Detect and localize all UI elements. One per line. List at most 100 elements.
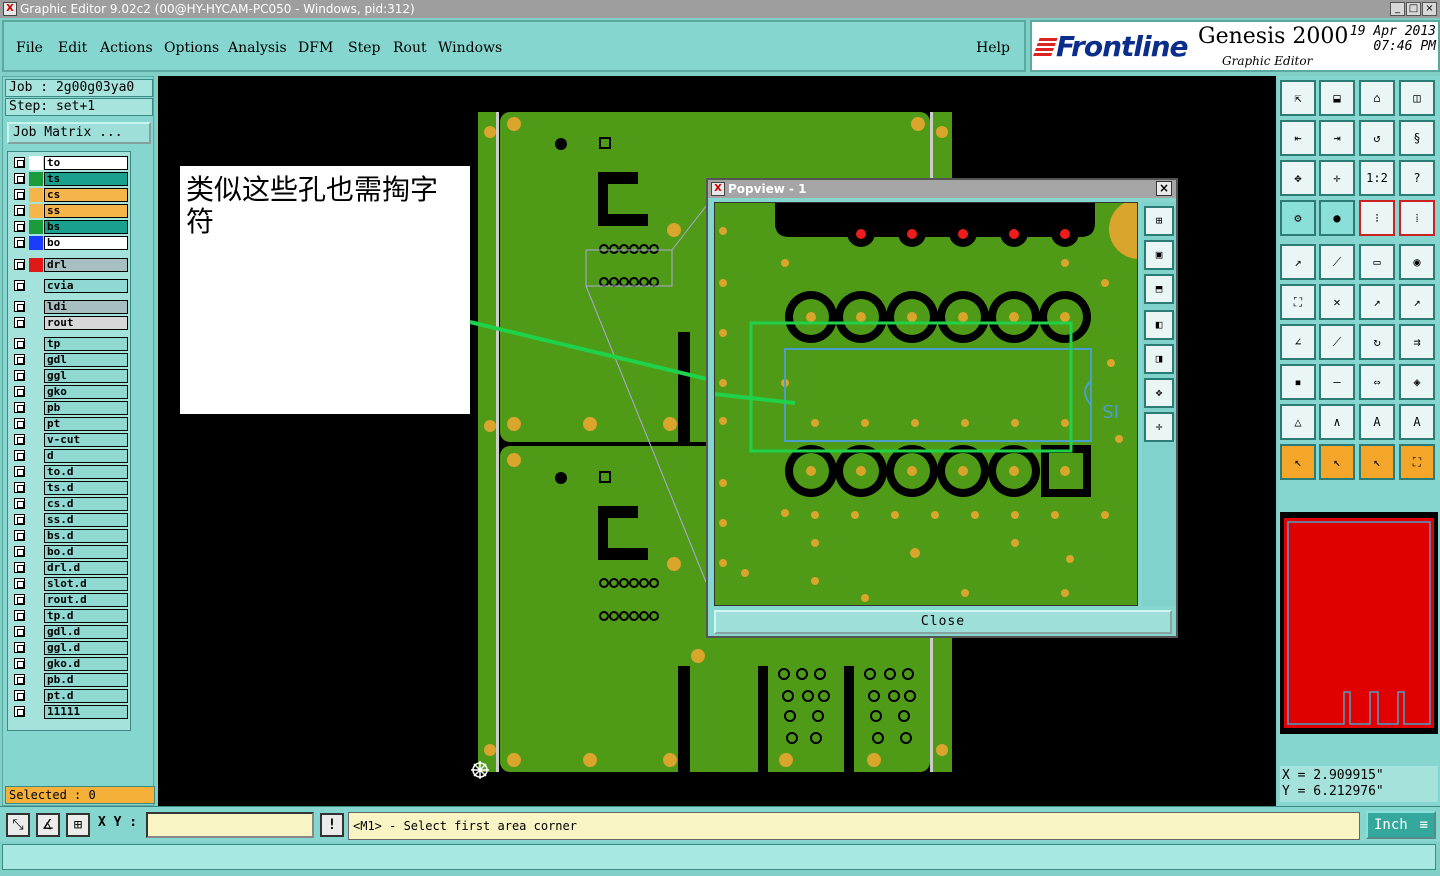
layer-checkbox[interactable]: [14, 642, 25, 653]
layer-checkbox[interactable]: [14, 402, 25, 413]
layer-row-ss[interactable]: ss: [10, 204, 130, 218]
help-icon[interactable]: ?: [1399, 160, 1435, 196]
layer-checkbox[interactable]: [14, 706, 25, 717]
zoom-out-icon[interactable]: ⬒: [1144, 274, 1174, 304]
pan-left-icon[interactable]: ◧: [1144, 310, 1174, 340]
layer-row-ts[interactable]: ts: [10, 172, 130, 186]
layer-row-rout[interactable]: rout: [10, 316, 130, 330]
popview-close-button[interactable]: Close: [714, 610, 1172, 634]
xy-input[interactable]: [146, 812, 314, 838]
menu-analysis[interactable]: Analysis: [228, 40, 287, 56]
layer-checkbox[interactable]: [14, 674, 25, 685]
popview-canvas[interactable]: IS: [714, 202, 1138, 606]
layer-row-cs-d[interactable]: cs.d: [10, 497, 130, 511]
split-view-icon[interactable]: ◫: [1399, 80, 1435, 116]
menu-help[interactable]: Help: [976, 40, 1010, 56]
select-icon[interactable]: ↖: [1280, 444, 1316, 480]
layer-checkbox[interactable]: [14, 530, 25, 541]
ruler-icon[interactable]: ▭: [1359, 244, 1395, 280]
layer-row-v-cut[interactable]: v-cut: [10, 433, 130, 447]
layer-row-pt[interactable]: pt: [10, 417, 130, 431]
angle-icon[interactable]: ∠: [1280, 324, 1316, 360]
snap-icon[interactable]: §: [1399, 120, 1435, 156]
grid-icon[interactable]: ⊞: [66, 813, 90, 837]
layer-row-drl[interactable]: drl: [10, 258, 130, 272]
overview-thumbnail[interactable]: [1280, 512, 1438, 734]
layer-row-d[interactable]: d: [10, 449, 130, 463]
layer-checkbox[interactable]: [14, 482, 25, 493]
layer-row-tp-d[interactable]: tp.d: [10, 609, 130, 623]
layer-row-slot-d[interactable]: slot.d: [10, 577, 130, 591]
select-area-icon[interactable]: ↖: [1359, 444, 1395, 480]
rotate-view-icon[interactable]: ↺: [1359, 120, 1395, 156]
layer-row-to-d[interactable]: to.d: [10, 465, 130, 479]
add-feature-icon[interactable]: ↗: [1280, 244, 1316, 280]
layer-row-tp[interactable]: tp: [10, 337, 130, 351]
dash-icon[interactable]: —: [1319, 364, 1355, 400]
net-icon-2[interactable]: ⁞: [1399, 200, 1435, 236]
menu-rout[interactable]: Rout: [393, 40, 427, 56]
zoom-in-icon[interactable]: ▣: [1144, 240, 1174, 270]
measure-icon[interactable]: ●: [1319, 200, 1355, 236]
pan-right-icon[interactable]: ◨: [1144, 344, 1174, 374]
layer-row-ggl-d[interactable]: ggl.d: [10, 641, 130, 655]
layer-row-cs[interactable]: cs: [10, 188, 130, 202]
layer-row-gko[interactable]: gko: [10, 385, 130, 399]
draw-line-icon[interactable]: ⟋: [1319, 244, 1355, 280]
pan-right-icon[interactable]: ⇥: [1319, 120, 1355, 156]
layer-checkbox[interactable]: [14, 562, 25, 573]
layer-row-rout-d[interactable]: rout.d: [10, 593, 130, 607]
pad-select-icon[interactable]: ▪: [1280, 364, 1316, 400]
layer-checkbox[interactable]: [14, 450, 25, 461]
center-icon[interactable]: ✛: [1144, 412, 1174, 442]
layer-checkbox[interactable]: [14, 386, 25, 397]
layer-checkbox[interactable]: [14, 370, 25, 381]
menu-edit[interactable]: Edit: [58, 40, 87, 56]
minimize-button[interactable]: _: [1390, 2, 1405, 16]
layer-row-bs[interactable]: bs: [10, 220, 130, 234]
layer-checkbox[interactable]: [14, 626, 25, 637]
slash-icon[interactable]: ⟋: [1319, 324, 1355, 360]
menu-step[interactable]: Step: [348, 40, 380, 56]
layer-checkbox[interactable]: [14, 189, 25, 200]
zoom-window-icon[interactable]: ⬓: [1319, 80, 1355, 116]
popview-close-icon[interactable]: ×: [1156, 181, 1172, 196]
layer-checkbox[interactable]: [14, 594, 25, 605]
layer-row-gdl[interactable]: gdl: [10, 353, 130, 367]
cross-icon[interactable]: ✕: [1319, 284, 1355, 320]
layer-row-gko-d[interactable]: gko.d: [10, 657, 130, 671]
layer-checkbox[interactable]: [14, 280, 25, 291]
layer-row-ts-d[interactable]: ts.d: [10, 481, 130, 495]
snap-angle-icon[interactable]: ∡: [36, 813, 60, 837]
layer-checkbox[interactable]: [14, 354, 25, 365]
layer-checkbox[interactable]: [14, 317, 25, 328]
snap-grid-icon[interactable]: ⤡: [6, 813, 30, 837]
menu-options[interactable]: Options: [164, 40, 219, 56]
layer-row-gdl-d[interactable]: gdl.d: [10, 625, 130, 639]
connect-icon[interactable]: ⛶: [1280, 284, 1316, 320]
menu-dfm[interactable]: DFM: [298, 40, 333, 56]
layer-row-bo-d[interactable]: bo.d: [10, 545, 130, 559]
drawing-tool-icon[interactable]: ⚙: [1280, 200, 1316, 236]
net-icon[interactable]: ⁝: [1359, 200, 1395, 236]
layer-checkbox[interactable]: [14, 418, 25, 429]
center-icon[interactable]: ✛: [1319, 160, 1355, 196]
text-edit-icon[interactable]: A: [1399, 404, 1435, 440]
layer-checkbox[interactable]: [14, 498, 25, 509]
copy-icon[interactable]: ↗: [1399, 284, 1435, 320]
move-icon[interactable]: ↗: [1359, 284, 1395, 320]
unit-selector[interactable]: Inch ≡: [1366, 811, 1436, 839]
job-matrix-button[interactable]: Job Matrix ...: [7, 122, 151, 144]
select-box-icon[interactable]: ↖: [1319, 444, 1355, 480]
pad-icon[interactable]: ◉: [1399, 244, 1435, 280]
info-button[interactable]: !: [320, 813, 344, 837]
vertex-icon[interactable]: ∧: [1319, 404, 1355, 440]
layer-row-pb[interactable]: pb: [10, 401, 130, 415]
zoom-extent-icon[interactable]: ✥: [1144, 378, 1174, 408]
dimension-icon[interactable]: ⇔: [1359, 364, 1395, 400]
layer-row-drl-d[interactable]: drl.d: [10, 561, 130, 575]
zoom-home-icon[interactable]: ⇱: [1280, 80, 1316, 116]
home-icon[interactable]: ⌂: [1359, 80, 1395, 116]
layer-checkbox[interactable]: [14, 157, 25, 168]
layer-checkbox[interactable]: [14, 514, 25, 525]
